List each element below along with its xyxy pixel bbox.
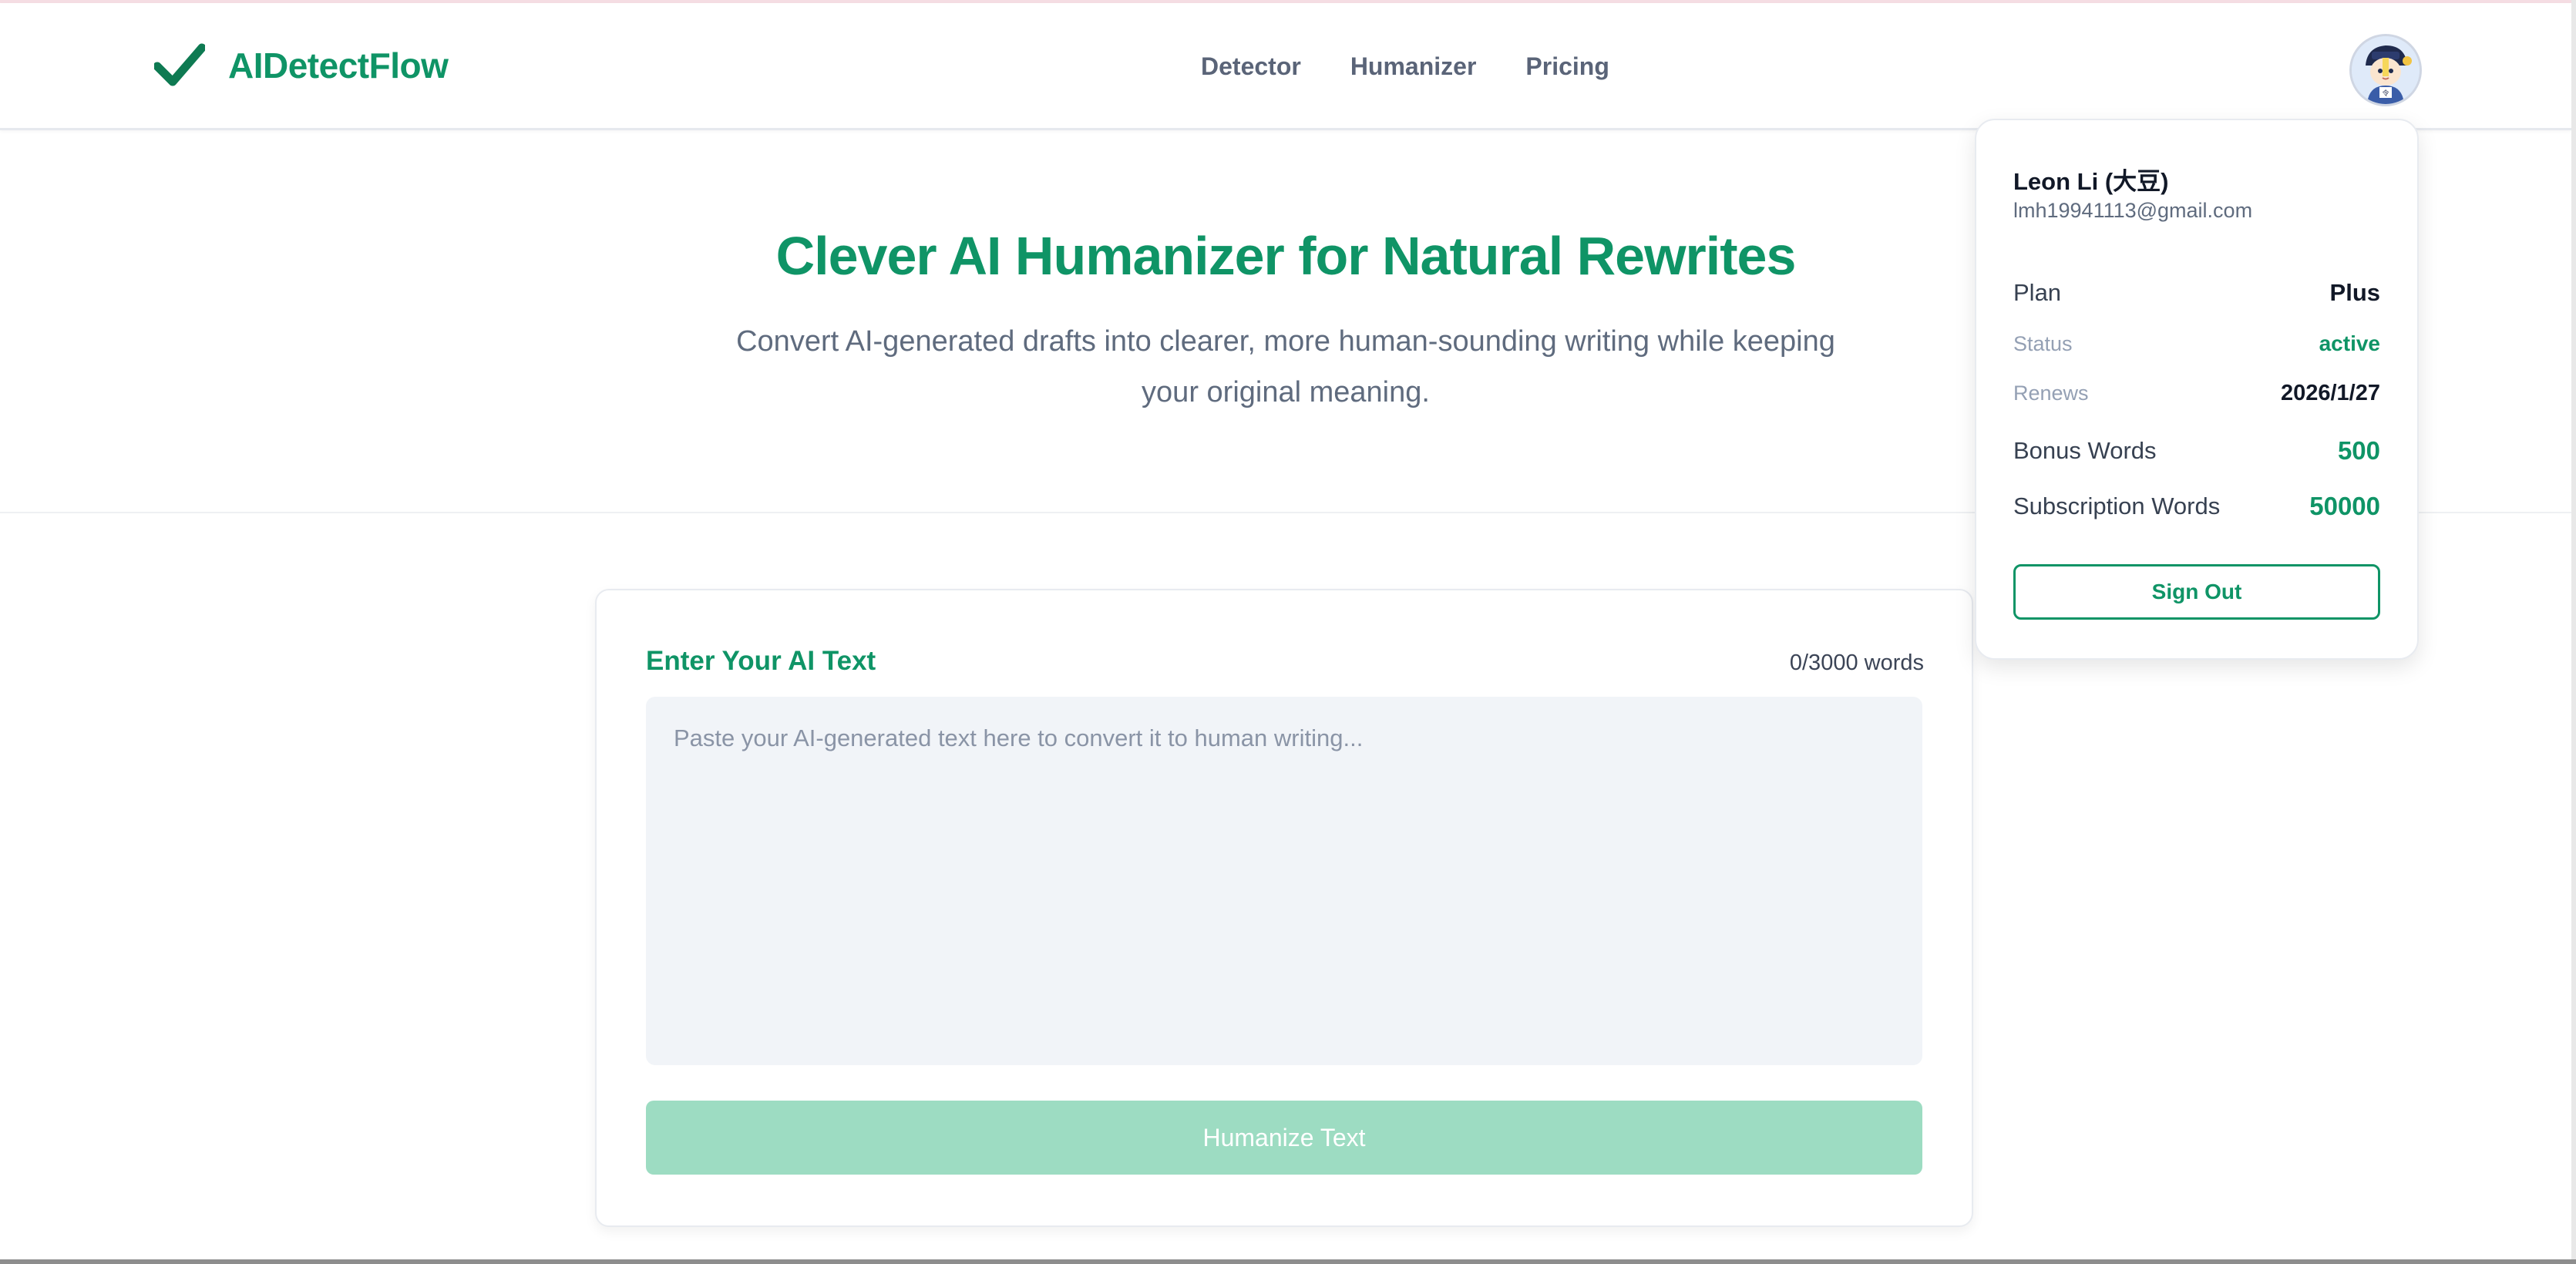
nav-link-detector[interactable]: Detector bbox=[1201, 52, 1301, 81]
account-dropdown: Leon Li (大豆) lmh19941113@gmail.com Plan … bbox=[1975, 119, 2419, 660]
user-avatar-button[interactable]: 令 bbox=[2349, 34, 2422, 106]
logo[interactable]: AIDetectFlow bbox=[154, 43, 449, 88]
svg-text:令: 令 bbox=[2382, 89, 2389, 98]
window-edge-bottom bbox=[0, 1259, 2576, 1264]
checkmark-logo-icon bbox=[154, 43, 205, 86]
subscription-words-label: Subscription Words bbox=[2013, 492, 2221, 519]
word-count: 0/3000 words bbox=[1789, 650, 1924, 675]
site-header: AIDetectFlow Detector Humanizer Pricing … bbox=[0, 3, 2571, 130]
renews-row: Renews 2026/1/27 bbox=[2013, 381, 2380, 406]
editor-title: Enter Your AI Text bbox=[646, 646, 876, 676]
account-email: lmh19941113@gmail.com bbox=[2013, 199, 2253, 222]
plan-label: Plan bbox=[2013, 279, 2062, 306]
status-badge: active bbox=[2319, 331, 2380, 355]
subscription-words-value: 50000 bbox=[2309, 492, 2380, 520]
bonus-words-row: Bonus Words 500 bbox=[2013, 436, 2380, 466]
brand-name: AIDetectFlow bbox=[228, 45, 449, 86]
main-nav: Detector Humanizer Pricing bbox=[1201, 52, 1659, 81]
renews-date: 2026/1/27 bbox=[2280, 381, 2380, 405]
nav-link-humanizer[interactable]: Humanizer bbox=[1350, 52, 1477, 81]
account-name: Leon Li (大豆) bbox=[2013, 168, 2169, 195]
page-subtitle: Convert AI-generated drafts into clearer… bbox=[736, 325, 1835, 408]
ai-text-input[interactable] bbox=[646, 697, 1922, 1065]
plan-row: Plan Plus bbox=[2013, 279, 2380, 307]
plan-value: Plus bbox=[2329, 279, 2380, 306]
subscription-words-row: Subscription Words 50000 bbox=[2013, 492, 2380, 521]
nav-link-pricing[interactable]: Pricing bbox=[1525, 52, 1609, 81]
page: AIDetectFlow Detector Humanizer Pricing … bbox=[0, 0, 2576, 1264]
status-label: Status bbox=[2013, 331, 2073, 355]
user-avatar-icon: 令 bbox=[2352, 36, 2420, 104]
status-row: Status active bbox=[2013, 331, 2380, 356]
window-edge-right bbox=[2571, 0, 2576, 1264]
sign-out-button[interactable]: Sign Out bbox=[2013, 564, 2380, 620]
renews-label: Renews bbox=[2013, 382, 2089, 405]
bonus-words-label: Bonus Words bbox=[2013, 437, 2157, 464]
humanize-text-button[interactable]: Humanize Text bbox=[646, 1101, 1922, 1175]
humanizer-card: Enter Your AI Text 0/3000 words Humanize… bbox=[595, 589, 1973, 1227]
bonus-words-value: 500 bbox=[2337, 436, 2380, 465]
